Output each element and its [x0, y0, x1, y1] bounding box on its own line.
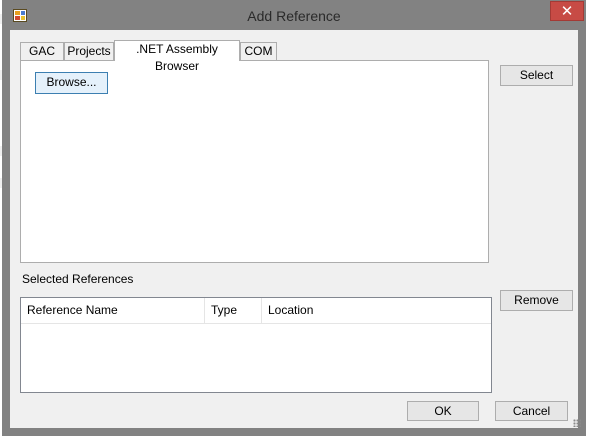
selected-references-label: Selected References — [22, 272, 134, 286]
close-button[interactable]: ✕ — [550, 1, 584, 21]
close-icon: ✕ — [560, 3, 574, 20]
dialog-body: GAC Projects .NET Assembly Browser COM B… — [10, 30, 581, 428]
add-reference-dialog: Add Reference ✕ GAC Projects .NET Assemb… — [2, 0, 586, 436]
selected-references-list[interactable]: Reference Name Type Location — [20, 297, 492, 393]
assembly-browser-panel: Browse... — [20, 60, 489, 263]
ok-button[interactable]: OK — [407, 401, 479, 421]
column-header-type[interactable]: Type — [205, 298, 262, 323]
cancel-button[interactable]: Cancel — [495, 401, 568, 421]
tab-net-assembly-browser[interactable]: .NET Assembly Browser — [114, 40, 240, 73]
tab-projects[interactable]: Projects — [64, 42, 114, 60]
list-header: Reference Name Type Location — [21, 298, 491, 324]
column-header-reference-name[interactable]: Reference Name — [21, 298, 205, 323]
column-header-location[interactable]: Location — [262, 298, 492, 323]
tab-com[interactable]: COM — [240, 42, 277, 60]
title-bar[interactable]: Add Reference ✕ — [2, 0, 586, 30]
resize-grip-icon[interactable] — [573, 419, 581, 427]
tab-gac[interactable]: GAC — [20, 42, 64, 60]
remove-button[interactable]: Remove — [500, 290, 573, 311]
browse-button[interactable]: Browse... — [35, 72, 108, 94]
window-title: Add Reference — [247, 8, 341, 24]
select-button[interactable]: Select — [500, 65, 573, 86]
